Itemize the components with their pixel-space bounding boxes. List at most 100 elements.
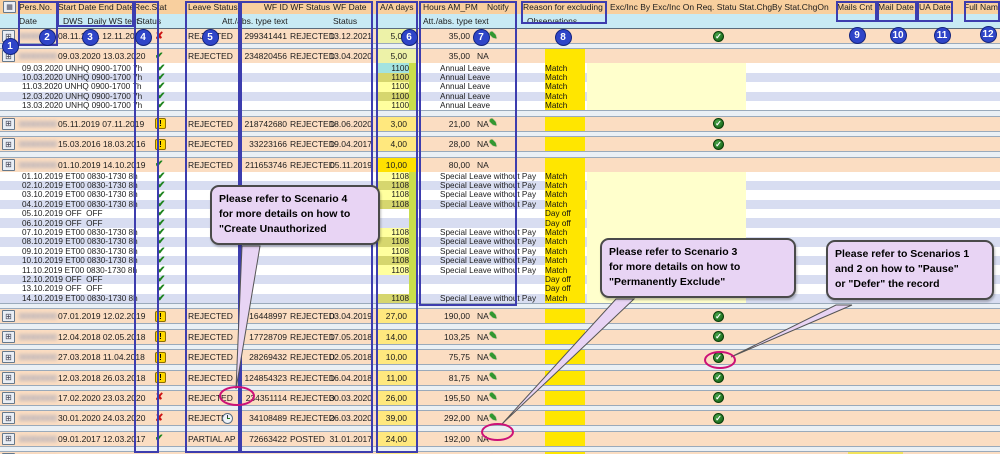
select-all-icon[interactable]: ▦ (3, 0, 16, 14)
observations-cell: Match (545, 72, 585, 83)
notify-icon[interactable]: ✎ (489, 309, 503, 323)
day-date-schedule: 13.03.2020 UNHQ 0900-1700 7h (22, 101, 143, 111)
expand-details-icon[interactable]: ⊞ (2, 137, 15, 151)
workflow-id: 28269432 (249, 352, 287, 363)
annotation-badge-11: 11 (933, 26, 951, 44)
notify-icon[interactable]: ✎ (489, 371, 503, 385)
col-subheader-status[interactable]: Status (137, 14, 163, 28)
col-subheader-observations[interactable]: Observations (527, 14, 589, 28)
day-date-schedule: 02.10.2019 ET00 0830-1730 8h (22, 181, 138, 191)
attendance-record-row[interactable]: ⊞ 00000000 12.03.2018 26.03.2018! REJECTED 1… (0, 370, 1000, 385)
notify-icon[interactable]: ✎ (489, 330, 503, 344)
col-header-hours-am-pm[interactable]: Hours AM_PM (423, 0, 485, 14)
workflow-date: 18.06.2020 (329, 118, 372, 129)
col-header-wf-id-wf-status[interactable]: WF ID WF Status (228, 0, 330, 14)
col-header-mail-date[interactable]: Mail Date (878, 0, 916, 14)
expand-details-icon[interactable]: ⊞ (2, 158, 15, 172)
absence-column-highlight (409, 190, 418, 200)
col-header-start-date-end-date[interactable]: Start Date End Date (58, 0, 143, 14)
day-detail-row[interactable]: 12.03.2020 UNHQ 0900-1700 7h ✔ 1100 Annual … (0, 91, 1000, 102)
day-detail-row[interactable]: 01.10.2019 ET00 0830-1730 8h ✔ 1108 Special… (0, 171, 1000, 182)
day-detail-row[interactable]: 06.10.2019 OFF OFF ✔ Day off (0, 218, 1000, 229)
day-detail-row[interactable]: 13.03.2020 UNHQ 0900-1700 7h ✔ 1100 Annual … (0, 100, 1000, 111)
day-date-schedule: 13.10.2019 OFF OFF (22, 284, 103, 294)
col-header-pers-no-[interactable]: Pers.No. (19, 0, 57, 14)
day-detail-row[interactable]: 02.10.2019 ET00 0830-1730 8h ✔ 1108 Special… (0, 180, 1000, 191)
attendance-record-row[interactable]: ⊞ 00000000 09.03.2020 13.03.2020 ✔ REJECTED 2… (0, 49, 1000, 64)
absence-column-highlight (409, 199, 418, 210)
attendance-record-row[interactable]: ⊞ 00000000 07.01.2019 12.02.2019! REJECTED 1… (0, 309, 1000, 324)
col-subheader-att-abs-type-text[interactable]: Att./abs. type text (423, 14, 515, 28)
day-absence-type-code: 1108 (377, 246, 409, 257)
col-header-wf-date[interactable]: WF Date (333, 0, 373, 14)
create-unauthorized-clock-icon[interactable] (222, 411, 235, 425)
day-absence-type-code: 1108 (377, 293, 409, 303)
attendance-record-row[interactable]: ⊞ 00000000 01.10.2019 14.10.2019 ✔ REJECTED 2… (0, 157, 1000, 172)
expand-details-icon[interactable]: ⊞ (2, 391, 15, 405)
expand-details-icon[interactable]: ⊞ (2, 432, 15, 446)
reason-excluding-cell (545, 411, 585, 426)
col-header-rec-stat[interactable]: Rec.Stat (134, 0, 167, 14)
expand-details-icon[interactable]: ⊞ (2, 330, 15, 344)
workflow-status: REJECTED (290, 392, 335, 403)
col-subheader-date[interactable]: Date (19, 14, 57, 28)
absence-type-text: Special Leave without Pay (440, 237, 537, 247)
attendance-record-row[interactable]: ⊞ 00000000 17.02.2020 23.03.2020 ✘ REJECTED 2… (0, 390, 1000, 405)
status-warning-icon: ! (155, 117, 171, 131)
attendance-record-row[interactable]: ⊞ 00000000 30.01.2020 24.03.2020 ✘ REJECTED 3… (0, 411, 1000, 426)
col-header-notify[interactable]: Notify (487, 0, 517, 14)
attendance-record-row[interactable]: ⊞ 00000000 05.11.2019 07.11.2019! REJECTED 2… (0, 116, 1000, 131)
col-subheader-att-abs-type-text[interactable]: Att./abs. type text (222, 14, 314, 28)
col-header-full-nam[interactable]: Full Nam (964, 0, 1000, 14)
day-detail-row[interactable]: 10.03.2020 UNHQ 0900-1700 7h ✔ 1100 Annual … (0, 72, 1000, 83)
day-detail-row[interactable]: 04.10.2019 ET00 0830-1730 8h ✔ 1108 Special… (0, 199, 1000, 210)
personnel-number: 00000000 (19, 392, 57, 403)
col-header-exc-inc-by-exc-inc-on-req-st[interactable]: Exc/Inc By Exc/Inc On Req. Statu Stat.Ch… (610, 0, 838, 14)
expand-details-icon[interactable]: ⊞ (2, 371, 15, 385)
attendance-record-row[interactable]: ⊞ 00000000 12.04.2018 02.05.2018! REJECTED 1… (0, 329, 1000, 344)
start-end-dates: 01.10.2019 14.10.2019 (58, 159, 146, 170)
notify-icon[interactable]: ✎ (489, 350, 503, 364)
start-end-dates: 27.03.2018 11.04.2018 (58, 352, 145, 363)
request-status-check-icon: ✓ (713, 117, 727, 131)
notify-icon[interactable]: ✎ (489, 391, 503, 405)
expand-details-icon[interactable]: ⊞ (2, 117, 15, 131)
day-detail-row[interactable]: 03.10.2019 ET00 0830-1730 8h ✔ 1108 Special… (0, 190, 1000, 201)
col-header-reason-for-excluding[interactable]: Reason for excluding (523, 0, 607, 14)
status-check-icon: ✔ (155, 433, 164, 445)
absence-type-text: Special Leave without Pay (440, 171, 537, 181)
annotation-badge-3: 3 (81, 28, 99, 46)
day-detail-row[interactable]: 11.03.2020 UNHQ 0900-1700 7h ✔ 1100 Annual … (0, 81, 1000, 92)
col-subheader-status[interactable]: Status (333, 14, 372, 28)
col-header-a-a-days[interactable]: A/A days (380, 0, 416, 14)
day-detail-row[interactable]: 05.10.2019 OFF OFF ✔ Day off (0, 208, 1000, 219)
status-check-icon: ✔ (155, 159, 164, 171)
attendance-record-row[interactable]: ⊞ 00000000 27.03.2018 11.04.2018! REJECTED 2… (0, 350, 1000, 365)
day-detail-row[interactable]: 07.10.2019 ET00 0830-1730 8h ✔ 1108 Special… (0, 227, 1000, 238)
notify-icon[interactable]: ✎ (489, 137, 503, 151)
observations-cell: Match (545, 100, 585, 111)
workflow-status: REJECTED (290, 413, 335, 424)
col-header-ua-date[interactable]: UA Date (919, 0, 953, 14)
day-absence-type-code: 1108 (377, 190, 409, 200)
observations-cell: Day off (545, 274, 585, 285)
attendance-record-row[interactable]: ⊞ 00000000 09.01.2017 12.03.2017 ✔ PARTIAL A… (0, 431, 1000, 446)
excluding-columns-highlight (587, 227, 746, 238)
col-subheader-dws-daily-ws-text[interactable]: DWS Daily WS text (63, 14, 143, 28)
reason-excluding-cell (545, 137, 585, 152)
notify-icon[interactable]: ✎ (489, 117, 503, 131)
expand-details-icon[interactable]: ⊞ (2, 309, 15, 323)
expand-details-icon[interactable]: ⊞ (2, 411, 15, 425)
day-detail-row[interactable]: 09.03.2020 UNHQ 0900-1700 7h ✔ 1100 Annual … (0, 63, 1000, 74)
notify-icon[interactable]: ✎ (489, 29, 503, 43)
absence-type-text: Special Leave without Pay (440, 199, 537, 209)
notify-icon[interactable]: ✎ (489, 411, 503, 425)
day-date-schedule: 12.03.2020 UNHQ 0900-1700 7h (22, 91, 143, 101)
absence-column-highlight (409, 63, 418, 73)
request-status-check-icon: ✓ (713, 309, 727, 323)
header-row-2: Date DWS Daily WS text Status Att./abs. typ… (0, 14, 1000, 29)
attendance-record-row[interactable]: ⊞ 00000000 15.03.2016 18.03.2016! REJECTED 3… (0, 137, 1000, 152)
expand-details-icon[interactable]: ⊞ (2, 350, 15, 364)
request-status-check-icon: ✓ (713, 391, 727, 405)
col-header-mails-cnt[interactable]: Mails Cnt (837, 0, 877, 14)
